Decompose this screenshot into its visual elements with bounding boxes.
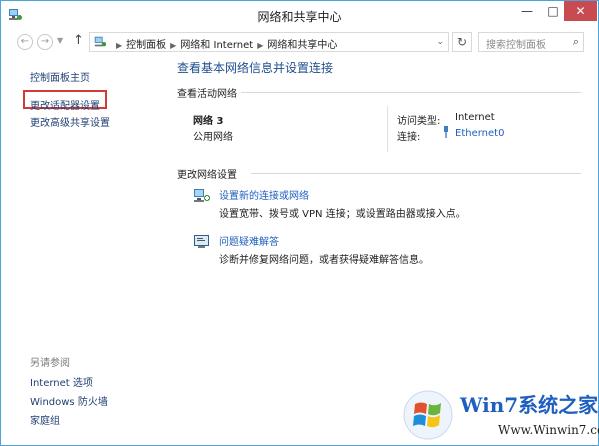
sidebar: 控制面板主页 更改适配器设置 更改高级共享设置 另请参阅 Internet 选项… (1, 56, 161, 445)
up-button[interactable]: ↑ (73, 33, 84, 48)
breadcrumb[interactable]: ▶ 控制面板 ▶ 网络和 Internet ▶ 网络和共享中心 ⌄ (89, 32, 449, 52)
search-icon[interactable]: ⌕ (573, 35, 579, 49)
chevron-down-icon[interactable]: ⌄ (436, 37, 444, 47)
address-bar: ← → ▼ ↑ ▶ 控制面板 ▶ 网络和 Internet ▶ 网络和共享中心 ⌄ ↻ 搜… (1, 29, 598, 55)
sidebar-item-home[interactable]: 控制面板主页 (30, 69, 90, 84)
divider (251, 173, 581, 174)
sidebar-item-adapter-settings[interactable]: 更改适配器设置 (30, 97, 100, 112)
search-input[interactable]: 搜索控制面板 ⌕ (478, 32, 584, 52)
sidebar-item-advanced-sharing[interactable]: 更改高级共享设置 (30, 114, 110, 129)
recent-locations-icon[interactable]: ▼ (57, 36, 63, 45)
see-also-windows-firewall[interactable]: Windows 防火墙 (30, 393, 108, 408)
troubleshoot-description: 诊断并修复网络问题，或者获得疑难解答信息。 (219, 255, 429, 266)
chevron-right-icon: ▶ (257, 41, 264, 50)
refresh-button[interactable]: ↻ (452, 32, 472, 52)
breadcrumb-item[interactable]: 网络和共享中心 (267, 40, 337, 51)
ethernet-icon (444, 126, 448, 138)
title-bar: 网络和共享中心 — □ ✕ (1, 1, 598, 29)
network-setup-icon (194, 189, 210, 202)
back-button[interactable]: ← (17, 34, 33, 50)
close-button[interactable]: ✕ (564, 1, 597, 21)
page-title: 查看基本网络信息并设置连接 (177, 61, 334, 75)
chevron-right-icon: ▶ (170, 41, 177, 50)
watermark-text: Win7系统之家 (460, 393, 599, 417)
search-placeholder: 搜索控制面板 (486, 40, 546, 51)
breadcrumb-path: ▶ 控制面板 ▶ 网络和 Internet ▶ 网络和共享中心 (112, 36, 337, 51)
troubleshoot-link[interactable]: 问题疑难解答 (219, 233, 279, 248)
connection-link-ethernet[interactable]: Ethernet0 (455, 128, 504, 139)
divider (387, 106, 388, 152)
watermark: Win7系统之家 Www.Winwin7.com (402, 385, 599, 445)
network-type[interactable]: 公用网络 (193, 128, 233, 143)
forward-button[interactable]: → (37, 34, 53, 50)
setup-connection-link[interactable]: 设置新的连接或网络 (219, 187, 309, 202)
network-center-icon (94, 36, 107, 47)
see-also-heading: 另请参阅 (30, 358, 70, 369)
network-name: 网络 3 (193, 116, 224, 127)
active-networks-heading: 查看活动网络 (177, 89, 237, 100)
troubleshoot-icon (194, 235, 209, 248)
connection-label: 连接: (397, 132, 421, 143)
maximize-button[interactable]: □ (540, 1, 566, 21)
watermark-url: Www.Winwin7.com (498, 423, 599, 437)
setup-connection-description: 设置宽带、拨号或 VPN 连接；或设置路由器或接入点。 (219, 209, 466, 220)
minimize-button[interactable]: — (514, 1, 540, 21)
window: 网络和共享中心 — □ ✕ ← → ▼ ↑ ▶ 控制面板 ▶ 网络和 Internet… (0, 0, 599, 446)
breadcrumb-item[interactable]: 网络和 Internet (180, 40, 253, 51)
see-also-internet-options[interactable]: Internet 选项 (30, 374, 93, 389)
windows-logo-icon (403, 390, 453, 440)
access-type-label: 访问类型: (397, 116, 441, 127)
divider (241, 92, 581, 93)
access-type-value: Internet (455, 112, 495, 123)
window-title: 网络和共享中心 (257, 10, 342, 24)
breadcrumb-item[interactable]: 控制面板 (126, 40, 166, 51)
chevron-right-icon: ▶ (116, 41, 123, 50)
change-settings-heading: 更改网络设置 (177, 170, 237, 181)
see-also-homegroup[interactable]: 家庭组 (30, 412, 60, 427)
